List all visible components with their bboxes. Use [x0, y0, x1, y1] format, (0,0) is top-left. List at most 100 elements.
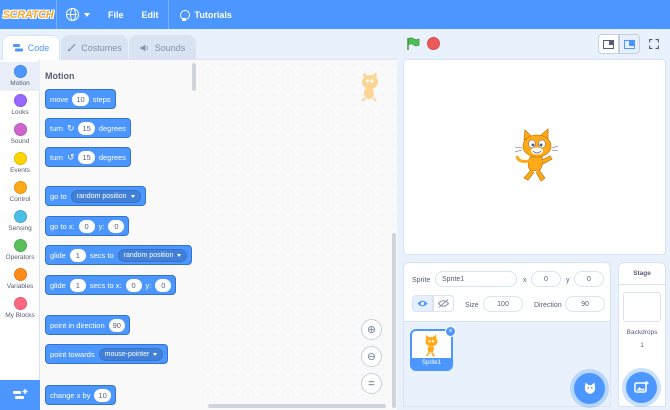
tab-code-label: Code	[27, 43, 50, 53]
tab-costumes[interactable]: Costumes	[61, 35, 128, 59]
x-label: x	[523, 277, 527, 284]
block-input[interactable]: 0	[125, 278, 142, 292]
block-text: point in direction	[50, 320, 105, 330]
block-palette: Motion move 10 steps turn ↻ 15 degrees t…	[40, 59, 198, 410]
editor-tabs: Code Costumes Sounds	[0, 29, 400, 60]
delete-sprite-button[interactable]: ×	[445, 326, 456, 337]
sprite-cat[interactable]	[512, 126, 560, 186]
category-menu: Motion Looks Sound Events Control Sensin…	[0, 59, 40, 410]
category-label: Motion	[10, 80, 30, 87]
tutorials-button[interactable]: Tutorials	[169, 0, 241, 29]
globe-icon	[66, 8, 79, 21]
category-looks[interactable]: Looks	[0, 91, 40, 120]
category-dot	[13, 239, 27, 252]
backdrops-label: Backdrops	[626, 329, 658, 336]
normal-stage-button[interactable]	[619, 34, 640, 54]
category-events[interactable]: Events	[0, 149, 40, 178]
sprite-name-input[interactable]	[435, 271, 517, 287]
size-input[interactable]: 100	[483, 296, 523, 312]
block-dropdown[interactable]: random position	[117, 248, 188, 262]
block-turn-left[interactable]: turn ↺ 15 degrees	[45, 147, 131, 167]
category-sound[interactable]: Sound	[0, 120, 40, 149]
block-input[interactable]: 0	[155, 278, 172, 292]
zoom-out-button[interactable]: ⊖	[361, 346, 382, 367]
fullscreen-button[interactable]	[643, 34, 664, 54]
block-point-towards[interactable]: point towards mouse-pointer	[45, 344, 169, 364]
scratch-logo[interactable]: SCRATCH	[3, 6, 54, 24]
add-extension-button[interactable]	[0, 380, 40, 410]
palette-scrollbar[interactable]	[192, 63, 196, 91]
file-menu[interactable]: File	[99, 0, 133, 29]
zoom-reset-button[interactable]: =	[361, 373, 382, 394]
block-turn-right[interactable]: turn ↻ 15 degrees	[45, 118, 131, 138]
category-control[interactable]: Control	[0, 178, 40, 207]
stop-icon[interactable]	[427, 37, 440, 50]
cat-add-icon	[584, 382, 595, 394]
normal-stage-icon	[624, 39, 635, 49]
block-glide-to[interactable]: glide 1 secs to random position	[45, 245, 193, 265]
script-vertical-scrollbar[interactable]	[392, 233, 396, 408]
tab-sounds[interactable]: Sounds	[129, 35, 196, 59]
edit-menu[interactable]: Edit	[133, 0, 168, 29]
block-input[interactable]: 0	[108, 219, 125, 233]
block-input[interactable]: 90	[108, 318, 125, 332]
rotate-clockwise-icon: ↻	[66, 122, 75, 133]
block-go-to[interactable]: go to random position	[45, 186, 146, 206]
block-go-to-xy[interactable]: go to x: 0 y: 0	[45, 216, 130, 236]
backdrops-count: 1	[640, 342, 644, 349]
show-sprite-button[interactable]	[412, 295, 433, 312]
block-input[interactable]: 1	[69, 278, 86, 292]
choose-backdrop-button[interactable]	[626, 372, 657, 403]
category-label: Variables	[6, 283, 34, 290]
zoom-in-button[interactable]: ⊕	[361, 319, 382, 340]
category-label: My Blocks	[5, 312, 35, 319]
sprite-thumbnail-cat	[425, 334, 438, 357]
block-input[interactable]: 0	[78, 219, 95, 233]
small-stage-button[interactable]	[598, 34, 619, 54]
sprite-watermark-icon	[361, 72, 378, 102]
block-input[interactable]: 10	[94, 388, 111, 402]
y-input[interactable]: 0	[574, 271, 604, 287]
script-horizontal-scrollbar[interactable]	[208, 404, 386, 408]
block-move-steps[interactable]: move 10 steps	[45, 89, 116, 109]
stage-canvas[interactable]	[403, 59, 666, 255]
block-input[interactable]: 15	[78, 121, 95, 135]
backdrop-thumbnail[interactable]	[623, 292, 661, 322]
sprite-thumbnail-name: Sprite1	[412, 358, 451, 369]
category-dot	[13, 181, 27, 194]
block-dropdown[interactable]: mouse-pointer	[98, 347, 164, 361]
block-text: move	[50, 94, 69, 104]
backdrop-add-icon	[634, 381, 649, 393]
category-variables[interactable]: Variables	[0, 265, 40, 294]
extension-icon	[13, 389, 28, 399]
block-input[interactable]: 1	[69, 248, 86, 262]
block-change-x[interactable]: change x by 10	[45, 385, 116, 405]
close-icon: ×	[448, 328, 453, 335]
category-dot	[13, 123, 27, 136]
block-input[interactable]: 15	[78, 150, 95, 164]
block-dropdown[interactable]: random position	[70, 189, 141, 203]
block-text: secs to	[89, 250, 114, 260]
language-menu[interactable]	[57, 0, 99, 29]
choose-sprite-button[interactable]	[574, 373, 605, 404]
speaker-icon	[140, 43, 148, 52]
category-my-blocks[interactable]: My Blocks	[0, 294, 40, 323]
y-label: y	[566, 277, 570, 284]
sprite-thumbnail[interactable]: Sprite1 ×	[410, 326, 456, 371]
hide-sprite-button[interactable]	[433, 295, 454, 312]
x-input[interactable]: 0	[531, 271, 561, 287]
category-motion[interactable]: Motion	[0, 62, 40, 91]
category-operators[interactable]: Operators	[0, 236, 40, 265]
dropdown-value: random position	[76, 192, 127, 200]
block-input[interactable]: 10	[72, 92, 89, 106]
small-stage-icon	[603, 39, 614, 49]
direction-input[interactable]: 90	[565, 296, 605, 312]
tab-code[interactable]: Code	[2, 35, 60, 60]
script-area[interactable]: ⊕ ⊖ =	[198, 59, 397, 410]
block-point-in-direction[interactable]: point in direction 90	[45, 315, 130, 335]
zoom-out-icon: ⊖	[366, 351, 377, 363]
green-flag-icon[interactable]	[406, 37, 420, 51]
block-glide-to-xy[interactable]: glide 1 secs to x: 0 y: 0	[45, 275, 177, 295]
category-sensing[interactable]: Sensing	[0, 207, 40, 236]
stage-selector[interactable]: Stage Backdrops 1	[618, 262, 666, 407]
